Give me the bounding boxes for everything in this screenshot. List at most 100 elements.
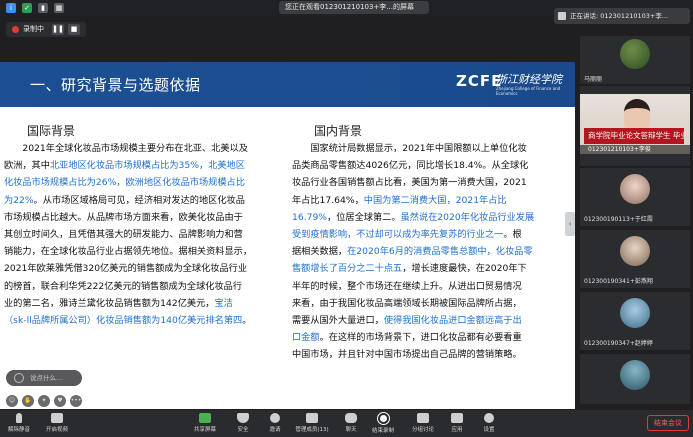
video-banner: 商学院毕业论文答辩学生 毕业 [584, 128, 684, 144]
unmute-button[interactable]: 解除静音 [2, 413, 36, 437]
settings-button[interactable]: 设置 [472, 413, 506, 437]
shield-icon[interactable]: ✓ [22, 3, 32, 13]
speaker-icon [558, 12, 566, 20]
signal-icon[interactable]: ▮ [38, 3, 48, 13]
share-screen-icon [199, 413, 211, 423]
presentation-slide: 一、研究背景与选题依据 ZCFE 浙江财经学院 Zhejiang College… [0, 62, 575, 409]
chat-input[interactable]: 说点什么... [6, 370, 82, 386]
avatar [620, 298, 650, 328]
presenter-name: 012301210103+李俊 [580, 145, 690, 154]
grid-icon[interactable]: ▦ [54, 3, 64, 13]
start-video-button[interactable]: 开启视频 [40, 413, 74, 437]
more-icon[interactable]: ••• [70, 395, 82, 407]
domestic-paragraph: 国家统计局数据显示，2021年中国限额以上单位化妆 品类商品零售额达4026亿元，… [292, 140, 570, 364]
participant-tile[interactable] [580, 354, 690, 404]
highlighted-text: 化妆品市场规模占比为26%，欧洲地区化妆品市场规模占比 [4, 177, 245, 189]
paragraph-line: 2021年全球化妆品市场规模主要分布在北亚、北美以及 [4, 140, 287, 157]
paragraph-line: 的榜首，联合利华凭222亿美元的销售额成为全球化妆品行 [4, 278, 287, 295]
participant-tile[interactable]: 012300190347+赵婷婷 [580, 292, 690, 350]
body-text: 。根 [503, 229, 522, 241]
paragraph-line: 化妆品市场规模占比为26%，欧洲地区化妆品市场规模占比 [4, 174, 287, 191]
end-meeting-button[interactable]: 结束会议 [647, 415, 689, 431]
record-icon [377, 413, 389, 424]
avatar [620, 39, 650, 69]
invite-button[interactable]: 邀请 [258, 413, 292, 437]
paragraph-line: 其创立时间久，且凭借其强大的研发能力、品牌影响力和营 [4, 226, 287, 243]
international-paragraph: 2021年全球化妆品市场规模主要分布在北亚、北美以及 欧洲，其中北亚地区化妆品市场… [4, 140, 287, 329]
info-icon[interactable]: i [6, 3, 16, 13]
breakout-icon [417, 413, 429, 423]
paragraph-line: 国家统计局数据显示，2021年中国限额以上单位化妆 [292, 140, 570, 157]
slide-header: 一、研究背景与选题依据 ZCFE 浙江财经学院 Zhejiang College… [0, 62, 575, 107]
members-icon [306, 413, 318, 423]
participant-name: 012300190341+彭燕翔 [584, 278, 653, 285]
share-screen-label: 共享屏幕 [193, 427, 216, 433]
paragraph-line: 中国市场，并且针对中国市场提出自己品牌的营销策略。 [292, 346, 570, 363]
paragraph-line: 2021年欧莱雅凭借320亿美元的销售额成为全球化妆品行业 [4, 260, 287, 277]
paragraph-line: 市场规模占比越大。从品牌市场方面来看，欧美化妆品由于 [4, 209, 287, 226]
apps-button[interactable]: 应用 [440, 413, 474, 437]
highlighted-text: 16.79% [292, 211, 328, 223]
start-video-label: 开启视频 [45, 427, 68, 433]
paragraph-line: 欧洲，其中北亚地区化妆品市场规模占比为35%，北美地区 [4, 157, 287, 174]
body-text: 市场规模占比越大。从品牌市场方面来看，欧美化妆品由于 [4, 211, 243, 223]
chat-icon [345, 413, 357, 423]
avatar [620, 174, 650, 204]
highlighted-text: （sk-ll品牌所属公司）化妆品销售额为140亿美元排名第四 [4, 315, 243, 327]
recording-label: 录制中 [23, 25, 44, 33]
body-text: 半年的时候，整个市场还在继续上升。从进出口贸易情况 [292, 280, 522, 292]
paragraph-line: 年占比17.64%，中国为第二消费大国，2021年占比 [292, 192, 570, 209]
share-status-pill[interactable]: 您正在观看012301210103+李...的屏幕 [279, 1, 429, 14]
end-recording-label: 结束录制 [371, 428, 394, 434]
paragraph-line: 来看，由于我国化妆品高端领域长期被国际品牌所占据， [292, 295, 570, 312]
highlighted-text: 虽然说在2020年化妆品行业发展 [400, 211, 535, 223]
hand-icon[interactable]: ✋ [22, 395, 34, 407]
security-label: 安全 [237, 427, 249, 433]
chat-button[interactable]: 聊天 [334, 413, 368, 437]
manage-members-button[interactable]: 管理成员(13) [290, 413, 334, 437]
apps-icon [451, 413, 463, 423]
body-text: 妆品行业各国销售额占比看，美国为第一消费大国，2021 [292, 177, 527, 189]
avatar [620, 360, 650, 390]
security-button[interactable]: 安全 [226, 413, 260, 437]
participant-tile[interactable]: 012300190341+彭燕翔 [580, 230, 690, 288]
chat-placeholder: 说点什么... [30, 374, 63, 382]
paragraph-line: 需要从国外大量进口，使得我国化妆品进口金额远高于出 [292, 312, 570, 329]
emoji-icon[interactable]: ☺ [6, 395, 18, 407]
participant-tile[interactable]: 马丽丽 [580, 36, 690, 84]
share-screen-button[interactable]: 共享屏幕 [188, 413, 222, 437]
participant-tile[interactable]: 012300190113+于红霞 [580, 168, 690, 226]
speaking-indicator: 正在讲话: 012301210103+李... [554, 8, 690, 24]
participant-name: 012300190113+于红霞 [584, 216, 653, 223]
stop-icon[interactable]: ■ [68, 24, 80, 35]
body-text: 2021年欧莱雅凭借320亿美元的销售额成为全球化妆品行业 [4, 263, 248, 275]
end-recording-button[interactable]: 结束录制 [366, 413, 400, 437]
body-text: 欧洲，其中 [4, 160, 50, 172]
body-text: 业的第二名，雅诗兰黛化妆品销售额为142亿美元， [4, 297, 215, 309]
body-text: 。在这样的市场背景下，进口化妆品都有必要看重 [319, 332, 522, 344]
participant-tile[interactable]: 商学院毕业论文答辩学生 毕业 012301210103+李俊 [580, 86, 690, 166]
chat-bubble-icon [14, 373, 24, 383]
record-dot-icon [12, 26, 19, 33]
breakout-button[interactable]: 分组讨论 [406, 413, 440, 437]
highlighted-text: 在2020年6月的消费品零售总额中，化妆品零 [347, 246, 533, 258]
paragraph-line: 业的第二名，雅诗兰黛化妆品销售额为142亿美元，宝洁 [4, 295, 287, 312]
breakout-label: 分组讨论 [411, 427, 434, 433]
body-text: 据相关数据， [292, 246, 348, 258]
highlighted-text: 中国为第二消费大国，2021年占比 [363, 194, 507, 206]
paragraph-line: 为22%。从市场区域格局可见，经济相对发达的地区化妆品 [4, 192, 287, 209]
body-text: 。从市场区域格局可见，经济相对发达的地区化妆品 [33, 194, 245, 206]
slide-title: 一、研究背景与选题依据 [30, 76, 201, 94]
pause-icon[interactable]: ❚❚ [52, 24, 64, 35]
collapse-panel-handle[interactable]: ‹ [565, 212, 575, 236]
domestic-heading: 国内背景 [314, 124, 363, 138]
thumbs-up-icon[interactable]: ♥ [54, 395, 66, 407]
invite-label: 邀请 [269, 427, 281, 433]
paragraph-line: 16.79%，位居全球第二。虽然说在2020年化妆品行业发展 [292, 209, 570, 226]
paragraph-line: 妆品行业各国销售额占比看，美国为第一消费大国，2021 [292, 174, 570, 191]
body-text: 销能力，在全球化妆品行业占据领先地位。据相关资料显示， [4, 246, 253, 258]
paragraph-line: （sk-ll品牌所属公司）化妆品销售额为140亿美元排名第四。 [4, 312, 287, 329]
clap-icon[interactable]: ✦ [38, 395, 50, 407]
body-text: 其创立时间久，且凭借其强大的研发能力、品牌影响力和营 [4, 229, 243, 241]
body-text: 的榜首，联合利华凭222亿美元的销售额成为全球化妆品行 [4, 280, 243, 292]
